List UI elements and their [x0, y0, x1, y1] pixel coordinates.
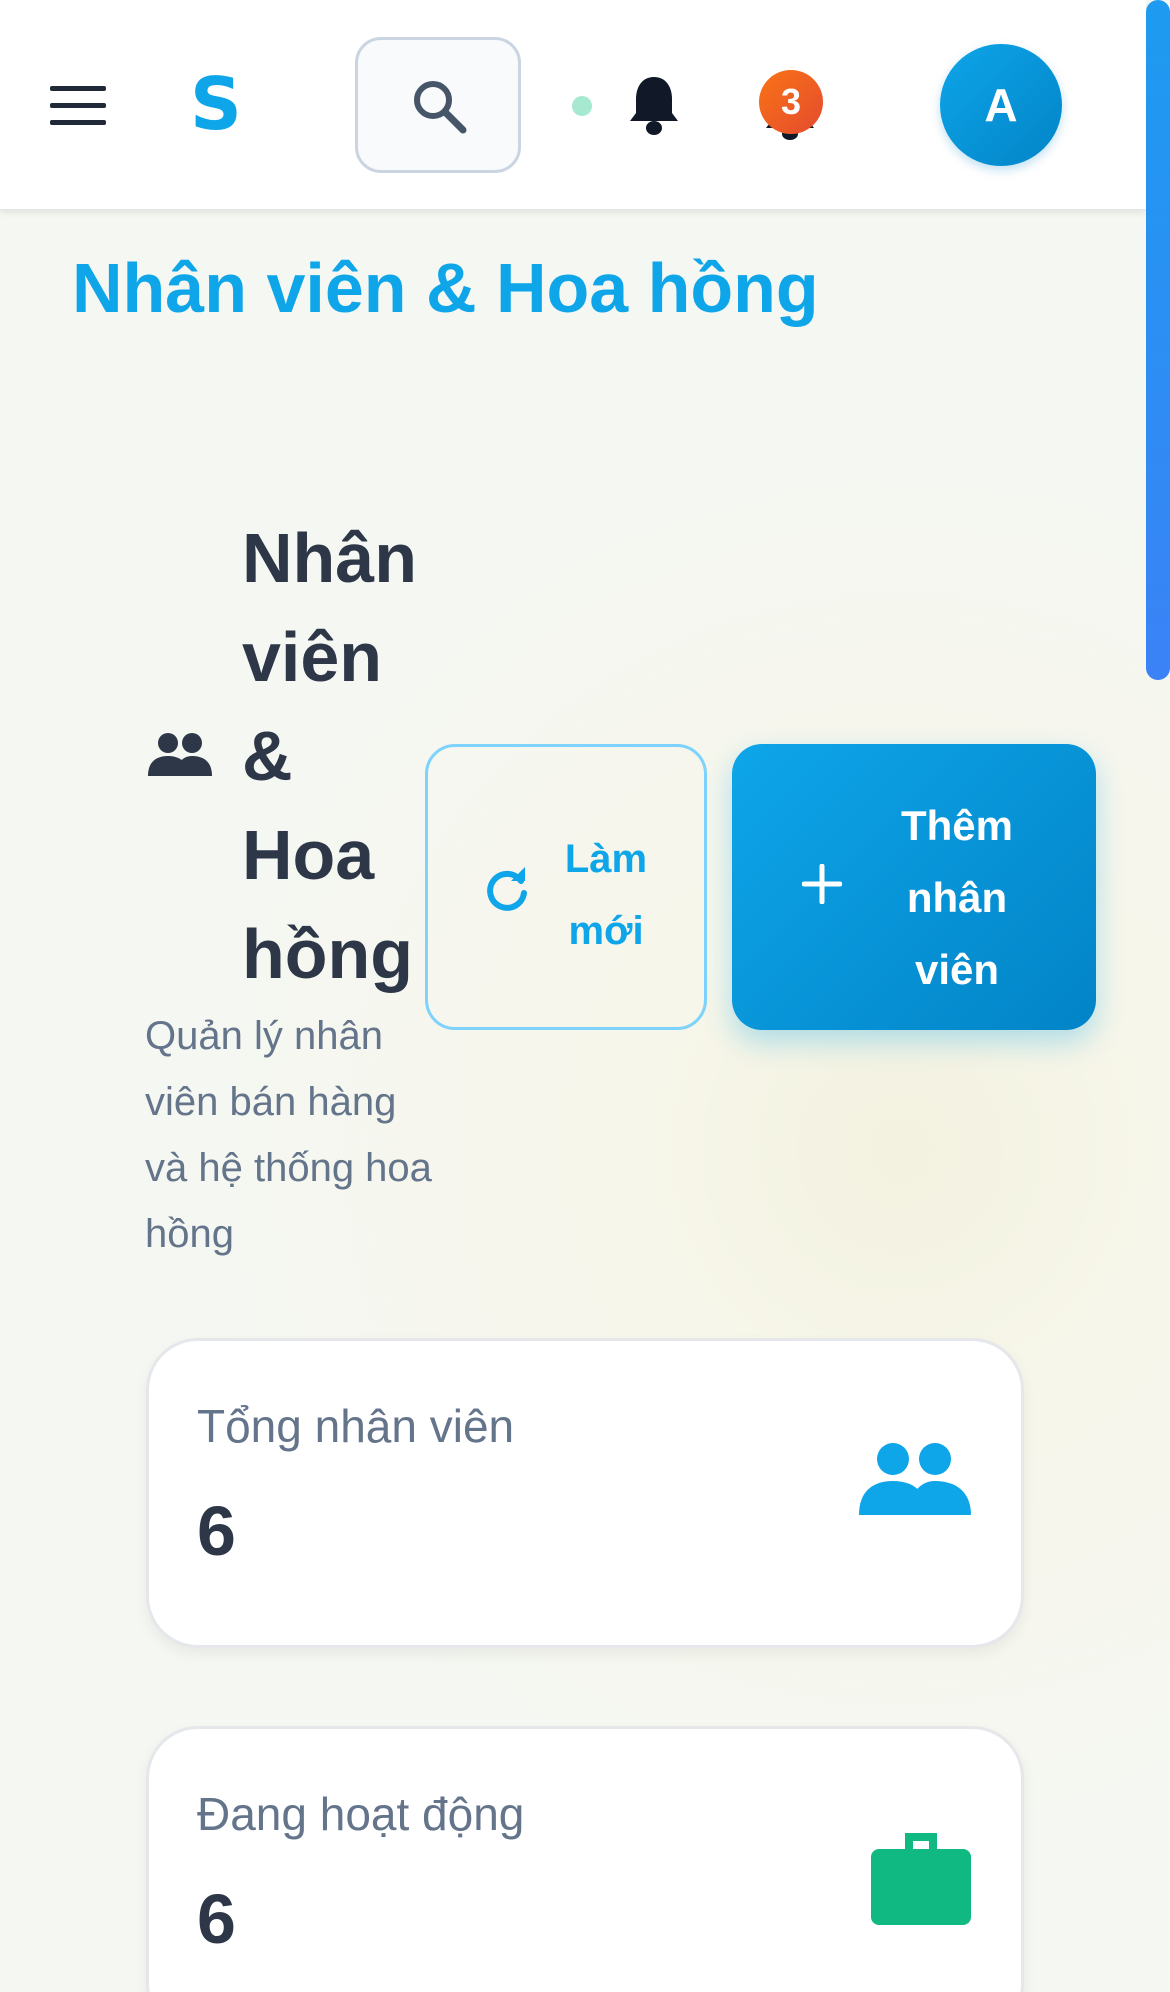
stat-value: 6: [197, 1880, 236, 1958]
stat-value: 6: [197, 1492, 236, 1570]
section-subtitle: Quản lý nhân viên bán hàng và hệ thống h…: [145, 1014, 432, 1256]
plus-icon: [802, 864, 842, 904]
notification-badge: 3: [759, 70, 823, 134]
stat-card-total-employees: Tổng nhân viên 6: [146, 1338, 1024, 1648]
bell-icon[interactable]: [626, 73, 682, 137]
app-logo[interactable]: S: [190, 62, 242, 146]
menu-icon[interactable]: [50, 86, 106, 126]
stat-label: Tổng nhân viên: [197, 1400, 515, 1452]
section-title: Nhân viên & Hoa hồng: [242, 519, 417, 993]
refresh-icon: [487, 867, 527, 911]
stat-card-active-employees: Đang hoạt động 6: [146, 1726, 1024, 1992]
add-employee-button[interactable]: Thêm nhân viên: [732, 744, 1096, 1030]
search-icon: [414, 81, 467, 134]
people-icon: [859, 1443, 971, 1515]
stat-label: Đang hoạt động: [197, 1788, 525, 1840]
briefcase-icon: [871, 1833, 971, 1925]
refresh-button-label: Làm mới: [564, 837, 648, 953]
page-title: Nhân viên & Hoa hồng: [72, 249, 819, 327]
scrollbar-thumb[interactable]: [1146, 0, 1170, 680]
refresh-button[interactable]: Làm mới: [425, 744, 707, 1030]
online-status-dot: [572, 96, 592, 116]
user-avatar[interactable]: A: [940, 44, 1062, 166]
people-icon: [148, 733, 212, 776]
search-button[interactable]: [355, 37, 521, 173]
top-app-bar: S 3 A: [0, 0, 1146, 210]
add-employee-label: Thêm nhân viên: [900, 802, 1013, 993]
